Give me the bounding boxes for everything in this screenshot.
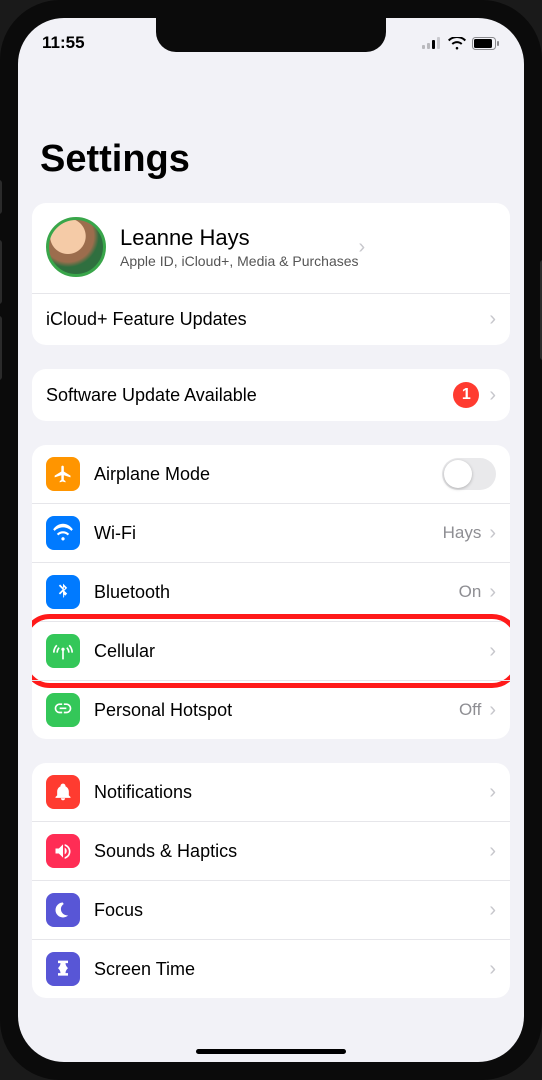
badge-count: 1 [453,382,479,408]
wifi-icon [46,516,80,550]
battery-icon [472,37,500,50]
sounds-icon [46,834,80,868]
profile-group: Leanne Hays Apple ID, iCloud+, Media & P… [32,203,510,345]
chevron-right-icon: › [489,781,496,804]
airplane-icon [46,457,80,491]
cellular-row[interactable]: Cellular › [32,621,510,680]
profile-name: Leanne Hays [120,225,359,251]
hotspot-value: Off [459,700,481,720]
wifi-value: Hays [443,523,482,543]
chevron-right-icon: › [489,522,496,545]
chevron-right-icon: › [489,899,496,922]
cellular-label: Cellular [94,641,489,662]
chevron-right-icon: › [359,236,366,259]
avatar [46,217,106,277]
page-title: Settings [18,68,524,193]
hotspot-icon [46,693,80,727]
status-time: 11:55 [42,33,85,53]
chevron-right-icon: › [489,840,496,863]
wifi-row[interactable]: Wi-Fi Hays › [32,503,510,562]
screentime-icon [46,952,80,986]
cellular-icon [46,634,80,668]
notch [156,18,386,52]
focus-icon [46,893,80,927]
hotspot-row[interactable]: Personal Hotspot Off › [32,680,510,739]
profile-text: Leanne Hays Apple ID, iCloud+, Media & P… [120,225,359,269]
focus-row[interactable]: Focus › [32,880,510,939]
sounds-label: Sounds & Haptics [94,841,489,862]
notifications-icon [46,775,80,809]
wifi-status-icon [448,37,466,50]
wifi-label: Wi-Fi [94,523,443,544]
icloud-updates-row[interactable]: iCloud+ Feature Updates › [32,293,510,345]
signal-icon [422,37,442,49]
bluetooth-value: On [459,582,482,602]
status-icons [422,37,500,50]
screentime-label: Screen Time [94,959,489,980]
apple-id-row[interactable]: Leanne Hays Apple ID, iCloud+, Media & P… [32,203,510,293]
icloud-updates-label: iCloud+ Feature Updates [46,309,489,330]
airplane-toggle[interactable] [442,458,496,490]
chevron-right-icon: › [489,958,496,981]
notifications-label: Notifications [94,782,489,803]
general-group: Notifications › Sounds & Haptics › Focus… [32,763,510,998]
chevron-right-icon: › [489,384,496,407]
screentime-row[interactable]: Screen Time › [32,939,510,998]
hotspot-label: Personal Hotspot [94,700,459,721]
notifications-row[interactable]: Notifications › [32,763,510,821]
focus-label: Focus [94,900,489,921]
chevron-right-icon: › [489,581,496,604]
sounds-row[interactable]: Sounds & Haptics › [32,821,510,880]
software-update-row[interactable]: Software Update Available 1 › [32,369,510,421]
screen: 11:55 Settings Leanne Hays Apple ID, iCl… [18,18,524,1062]
chevron-right-icon: › [489,640,496,663]
software-update-group: Software Update Available 1 › [32,369,510,421]
bluetooth-label: Bluetooth [94,582,459,603]
profile-subtitle: Apple ID, iCloud+, Media & Purchases [120,253,359,269]
chevron-right-icon: › [489,699,496,722]
airplane-mode-row[interactable]: Airplane Mode [32,445,510,503]
bluetooth-icon [46,575,80,609]
home-indicator[interactable] [196,1049,346,1054]
phone-frame: 11:55 Settings Leanne Hays Apple ID, iCl… [0,0,542,1080]
chevron-right-icon: › [489,308,496,331]
software-update-label: Software Update Available [46,385,453,406]
network-group: Airplane Mode Wi-Fi Hays › Bluetooth On … [32,445,510,739]
bluetooth-row[interactable]: Bluetooth On › [32,562,510,621]
airplane-label: Airplane Mode [94,464,442,485]
